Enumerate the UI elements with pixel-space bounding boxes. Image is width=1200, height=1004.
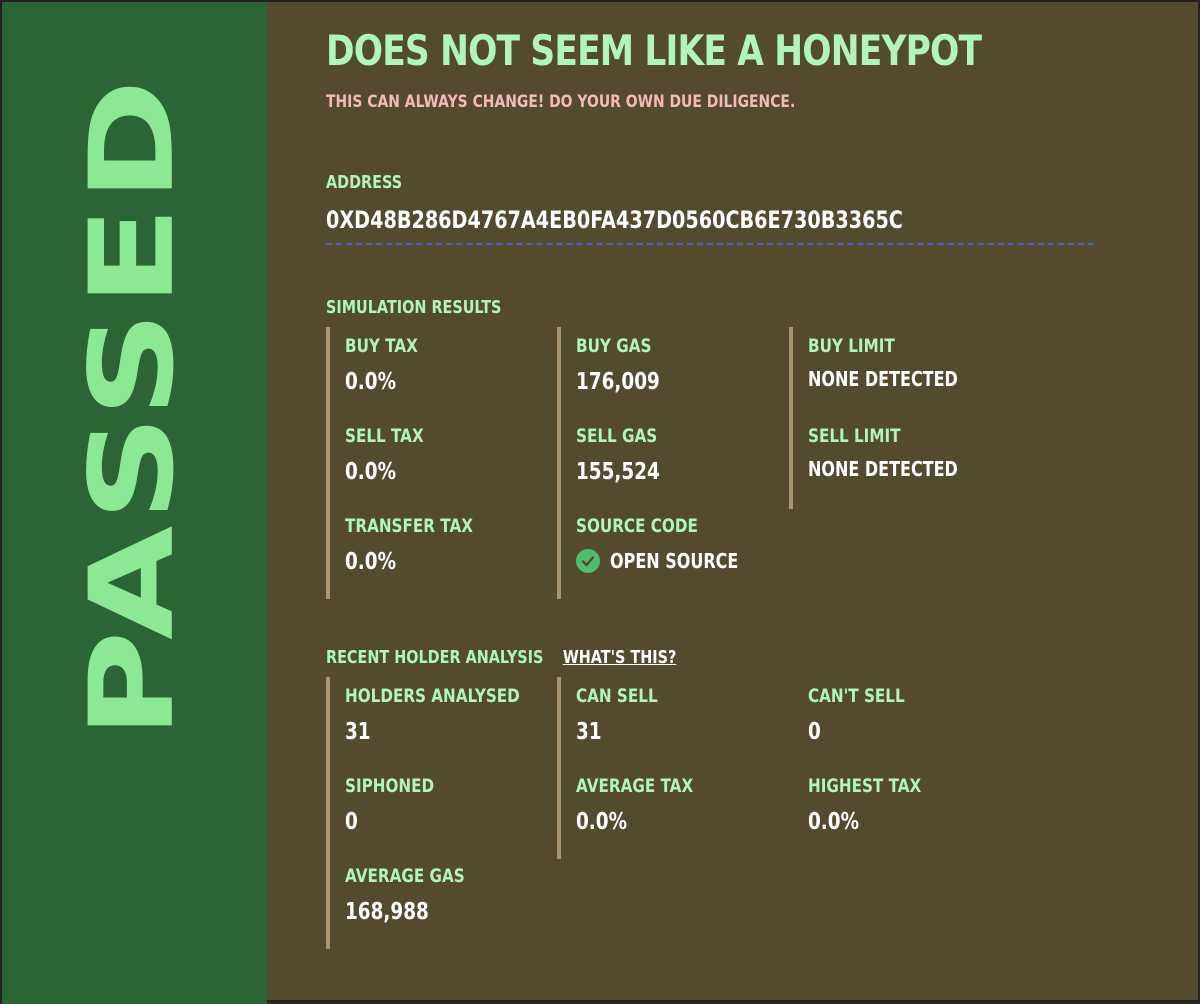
simulation-gas-column: BUY GAS 176,009 SELL GAS 155,524 SOURCE … xyxy=(557,327,787,599)
holder-analysis-title: RECENT HOLDER ANALYSIS WHAT'S THIS? xyxy=(326,647,676,668)
holders-tax-column: CAN'T SELL 0 HIGHEST TAX 0.0% xyxy=(789,677,1019,859)
can-sell-label: CAN SELL xyxy=(576,685,658,707)
transfer-tax-value: 0.0% xyxy=(345,549,397,575)
highest-tax-metric: HIGHEST TAX 0.0% xyxy=(808,775,950,835)
highest-tax-label: HIGHEST TAX xyxy=(808,775,922,797)
average-gas-value: 168,988 xyxy=(345,899,429,925)
average-tax-value: 0.0% xyxy=(576,809,628,835)
address-label: ADDRESS xyxy=(326,172,403,193)
average-gas-label: AVERAGE GAS xyxy=(345,865,465,887)
check-circle-icon xyxy=(576,549,600,573)
holder-analysis-label: RECENT HOLDER ANALYSIS xyxy=(326,647,544,668)
buy-gas-metric: BUY GAS 176,009 xyxy=(576,335,681,395)
diligence-warning: THIS CAN ALWAYS CHANGE! DO YOUR OWN DUE … xyxy=(326,92,796,112)
simulation-tax-column: BUY TAX 0.0% SELL TAX 0.0% TRANSFER TAX … xyxy=(326,327,556,599)
buy-tax-metric: BUY TAX 0.0% xyxy=(345,335,436,395)
sell-tax-metric: SELL TAX 0.0% xyxy=(345,425,443,485)
holders-analysed-value: 31 xyxy=(345,719,371,745)
siphoned-metric: SIPHONED 0 xyxy=(345,775,456,835)
average-gas-metric: AVERAGE GAS 168,988 xyxy=(345,865,495,925)
buy-limit-value: NONE DETECTED xyxy=(808,367,958,391)
buy-gas-value: 176,009 xyxy=(576,369,660,395)
can-sell-value: 31 xyxy=(576,719,602,745)
verdict-band: PASSED xyxy=(2,2,267,1004)
verdict-label: PASSED xyxy=(64,75,200,739)
sell-gas-value: 155,524 xyxy=(576,459,660,485)
siphoned-value: 0 xyxy=(345,809,358,835)
holders-count-column: HOLDERS ANALYSED 31 SIPHONED 0 AVERAGE G… xyxy=(326,677,556,949)
average-tax-label: AVERAGE TAX xyxy=(576,775,694,797)
sell-limit-value: NONE DETECTED xyxy=(808,457,958,481)
address-divider xyxy=(326,243,1094,245)
cant-sell-value: 0 xyxy=(808,719,821,745)
transfer-tax-metric: TRANSFER TAX 0.0% xyxy=(345,515,505,575)
siphoned-label: SIPHONED xyxy=(345,775,435,797)
transfer-tax-label: TRANSFER TAX xyxy=(345,515,473,537)
sell-gas-metric: SELL GAS 155,524 xyxy=(576,425,681,485)
source-code-label: SOURCE CODE xyxy=(576,515,698,537)
source-code-metric: SOURCE CODE OPEN SOURCE xyxy=(576,515,770,573)
holders-sell-column: CAN SELL 31 AVERAGE TAX 0.0% xyxy=(557,677,787,859)
average-tax-metric: AVERAGE TAX 0.0% xyxy=(576,775,722,835)
simulation-limit-column: BUY LIMIT NONE DETECTED SELL LIMIT NONE … xyxy=(789,327,1019,509)
holders-analysed-label: HOLDERS ANALYSED xyxy=(345,685,520,707)
contract-address[interactable]: 0XD48B286D4767A4EB0FA437D0560CB6E730B336… xyxy=(326,206,903,234)
highest-tax-value: 0.0% xyxy=(808,809,860,835)
cant-sell-label: CAN'T SELL xyxy=(808,685,905,707)
can-sell-metric: CAN SELL 31 xyxy=(576,685,678,745)
sell-limit-metric: SELL LIMIT NONE DETECTED xyxy=(808,425,995,481)
buy-tax-label: BUY TAX xyxy=(345,335,418,357)
open-source-status: OPEN SOURCE xyxy=(576,549,770,573)
whats-this-link[interactable]: WHAT'S THIS? xyxy=(563,647,677,668)
sell-tax-label: SELL TAX xyxy=(345,425,424,447)
source-code-value: OPEN SOURCE xyxy=(610,549,739,573)
buy-tax-value: 0.0% xyxy=(345,369,397,395)
result-panel: PASSED DOES NOT SEEM LIKE A HONEYPOT THI… xyxy=(0,0,1200,1004)
buy-limit-label: BUY LIMIT xyxy=(808,335,895,357)
result-headline: DOES NOT SEEM LIKE A HONEYPOT xyxy=(326,26,982,75)
buy-limit-metric: BUY LIMIT NONE DETECTED xyxy=(808,335,995,391)
sell-limit-label: SELL LIMIT xyxy=(808,425,901,447)
simulation-title: SIMULATION RESULTS xyxy=(326,297,502,318)
buy-gas-label: BUY GAS xyxy=(576,335,652,357)
holders-analysed-metric: HOLDERS ANALYSED 31 xyxy=(345,685,564,745)
sell-tax-value: 0.0% xyxy=(345,459,397,485)
cant-sell-metric: CAN'T SELL 0 xyxy=(808,685,929,745)
sell-gas-label: SELL GAS xyxy=(576,425,658,447)
